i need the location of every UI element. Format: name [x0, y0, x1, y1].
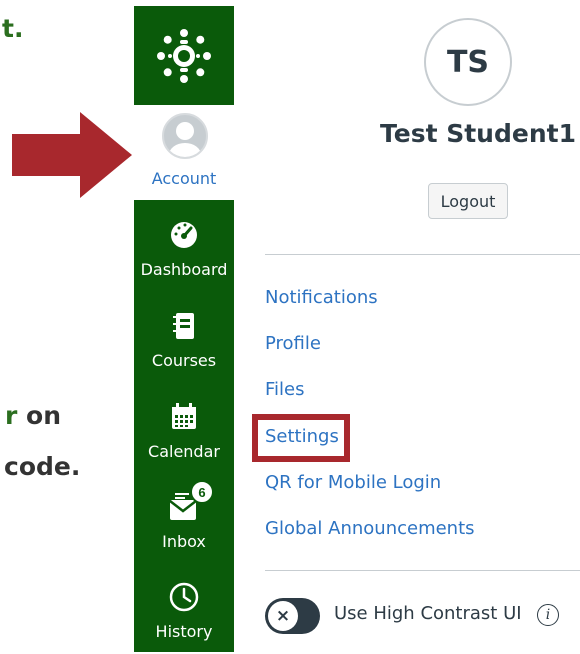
user-avatar-icon — [169, 122, 201, 157]
dashboard-icon — [171, 222, 197, 248]
nav-item-calendar[interactable]: Calendar — [134, 400, 234, 461]
courses-icon — [173, 313, 194, 339]
tray-link-notifications[interactable]: Notifications — [265, 287, 378, 308]
instruction-rest: on — [17, 401, 62, 430]
red-arrow-icon — [12, 112, 132, 198]
nav-label-dashboard: Dashboard — [140, 260, 228, 279]
inbox-unread-badge: 6 — [190, 480, 214, 504]
nav-item-courses[interactable]: Courses — [134, 309, 234, 370]
nav-label-account: Account — [151, 169, 217, 188]
canvas-logo-icon — [157, 28, 211, 83]
tray-link-files[interactable]: Files — [265, 379, 305, 400]
logout-button[interactable]: Logout — [428, 183, 508, 219]
nav-label-history: History — [155, 622, 213, 641]
nav-item-history[interactable]: History — [134, 580, 234, 641]
toggle-off-icon: × — [268, 601, 298, 631]
history-icon — [169, 582, 199, 612]
nav-item-dashboard[interactable]: Dashboard — [134, 218, 234, 279]
instruction-fragment-top: t. — [2, 14, 24, 43]
instruction-fragment-middle: r on — [5, 401, 61, 430]
tray-divider-bottom — [265, 570, 580, 571]
instruction-highlight: r — [5, 401, 18, 430]
nav-item-inbox[interactable]: Inbox — [134, 490, 234, 551]
canvas-logo[interactable] — [134, 6, 234, 105]
settings-highlight-box — [252, 414, 350, 462]
info-icon[interactable]: i — [537, 604, 559, 626]
avatar — [162, 113, 208, 159]
account-tray: TS Test Student1 Logout Notifications Pr… — [235, 0, 580, 654]
global-nav: Account Dashboard Courses Calendar Inbox… — [134, 6, 234, 652]
tray-divider-top — [265, 254, 580, 255]
nav-item-account[interactable]: Account — [134, 105, 234, 200]
student-name: Test Student1 — [380, 119, 576, 148]
high-contrast-label: Use High Contrast UI — [334, 603, 522, 624]
calendar-icon — [172, 403, 196, 429]
tray-link-profile[interactable]: Profile — [265, 333, 321, 354]
tray-link-qr-mobile-login[interactable]: QR for Mobile Login — [265, 472, 441, 493]
tray-link-global-announcements[interactable]: Global Announcements — [265, 518, 475, 539]
instruction-fragment-bottom: code. — [4, 452, 81, 481]
nav-label-inbox: Inbox — [162, 532, 206, 551]
nav-label-courses: Courses — [151, 351, 217, 370]
nav-label-calendar: Calendar — [148, 442, 220, 461]
student-initials-avatar: TS — [424, 18, 512, 106]
high-contrast-toggle[interactable]: × — [265, 598, 320, 634]
